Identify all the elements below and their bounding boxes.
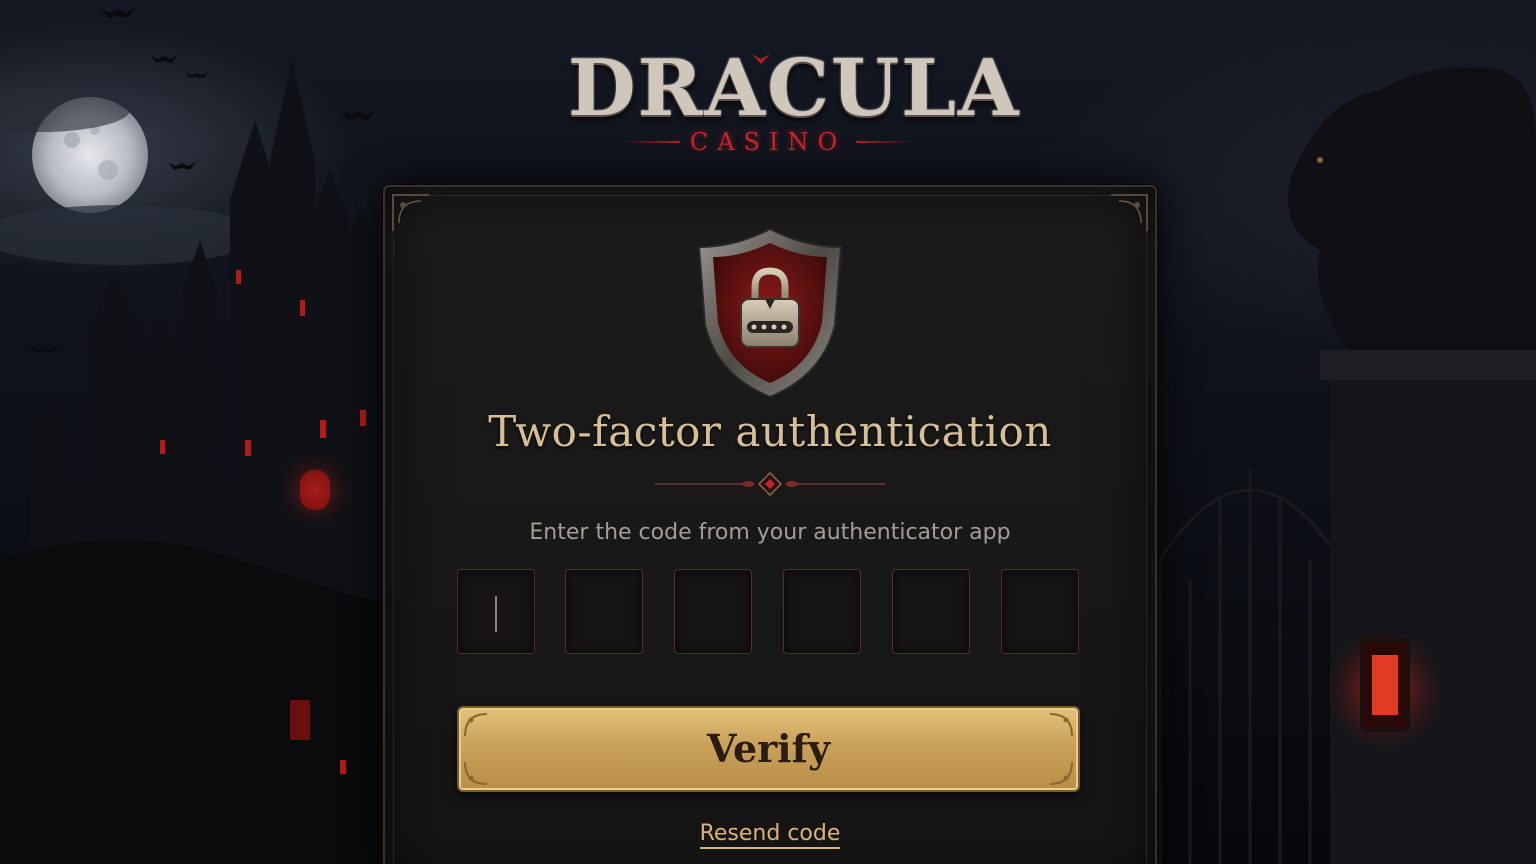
- login-screen: DRACULA CASINO Two-factor authentication…: [0, 0, 1536, 864]
- bat: [340, 110, 376, 120]
- two-factor-panel: Two-factor authentication Enter the code…: [383, 185, 1157, 864]
- bat: [100, 8, 136, 18]
- bat: [30, 345, 58, 353]
- corner-ornament-icon: [1111, 194, 1148, 231]
- resend-row: Resend code: [385, 821, 1155, 849]
- code-input-group: [457, 569, 1082, 657]
- corner-ornament-icon: [392, 194, 429, 231]
- gate: [1158, 470, 1342, 864]
- verify-button-label: Verify: [706, 726, 831, 771]
- ornamental-divider-icon: [655, 472, 885, 496]
- lantern: [1325, 630, 1445, 750]
- gargoyle: [1288, 67, 1536, 350]
- code-digit-3[interactable]: [674, 569, 752, 654]
- page-title: Two-factor authentication: [488, 407, 1052, 456]
- text-caret: [495, 596, 497, 632]
- stone-pillar: [1330, 370, 1536, 864]
- code-digit-1[interactable]: [457, 569, 535, 654]
- code-digit-6[interactable]: [1001, 569, 1079, 654]
- brand-subtitle: CASINO: [689, 128, 847, 156]
- logo-line-left: [623, 141, 680, 143]
- code-digit-4[interactable]: [783, 569, 861, 654]
- bat: [168, 162, 196, 170]
- logo-line-right: [856, 141, 913, 143]
- code-digit-5[interactable]: [892, 569, 970, 654]
- resend-code-link[interactable]: Resend code: [699, 821, 841, 849]
- code-digit-2[interactable]: [565, 569, 643, 654]
- verify-button[interactable]: Verify: [457, 706, 1080, 792]
- shield-lock-icon: [697, 227, 843, 399]
- fang-icon: [752, 54, 770, 64]
- bat: [150, 55, 178, 63]
- bat: [185, 72, 209, 78]
- instruction-text: Enter the code from your authenticator a…: [529, 520, 1011, 545]
- brand-logo: DRACULA CASINO: [568, 40, 1018, 170]
